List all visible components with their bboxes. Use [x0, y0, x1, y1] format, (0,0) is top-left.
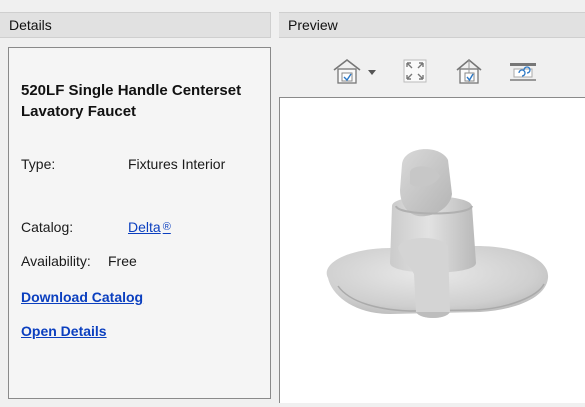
- fit-view-button[interactable]: [399, 55, 431, 87]
- preview-header-label: Preview: [288, 17, 338, 33]
- availability-label: Availability:: [21, 253, 91, 269]
- rotate-view-icon: [456, 58, 482, 84]
- open-details-link[interactable]: Open Details: [21, 322, 107, 340]
- availability-value: Free: [108, 253, 137, 269]
- catalog-link-text[interactable]: Delta: [128, 219, 161, 235]
- download-catalog-link[interactable]: Download Catalog: [21, 288, 143, 306]
- view-camera-button[interactable]: [327, 55, 383, 87]
- registered-mark: ®: [162, 221, 171, 233]
- fit-view-icon: [403, 59, 427, 83]
- refresh-view-button[interactable]: [507, 55, 539, 87]
- preview-toolbar: [279, 47, 585, 97]
- view-camera-icon: [333, 58, 376, 84]
- details-panel-header: Details: [0, 12, 271, 38]
- details-header-label: Details: [9, 17, 52, 33]
- type-label: Type:: [21, 156, 56, 172]
- preview-panel-header: Preview: [279, 12, 585, 38]
- faucet-model: [326, 149, 549, 318]
- type-value: Fixtures Interior: [128, 156, 226, 172]
- refresh-view-icon: [510, 63, 536, 81]
- catalog-label: Catalog:: [21, 219, 74, 235]
- details-panel: 520LF Single Handle Centerset Lavatory F…: [8, 47, 271, 399]
- rotate-view-button[interactable]: [453, 55, 485, 87]
- catalog-link[interactable]: Delta ®: [128, 218, 171, 236]
- item-title: 520LF Single Handle Centerset Lavatory F…: [21, 82, 242, 120]
- preview-viewport[interactable]: [279, 97, 585, 403]
